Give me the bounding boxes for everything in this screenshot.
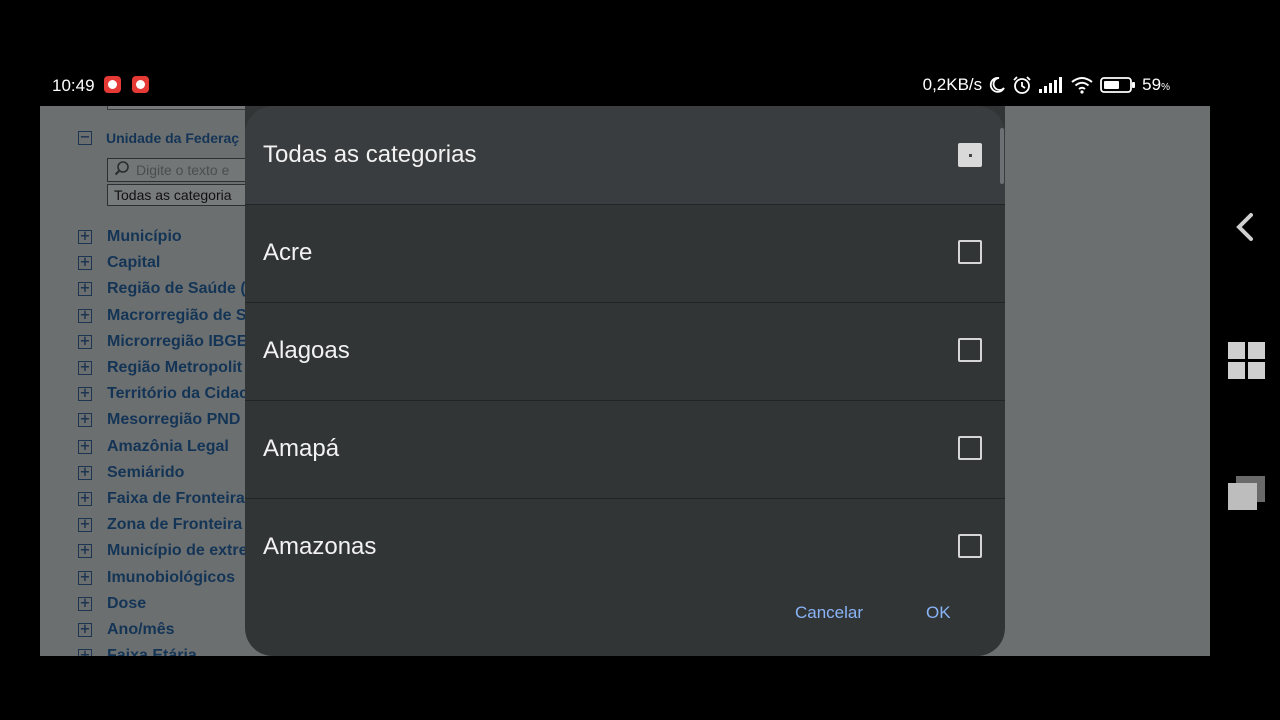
tree-item[interactable]: + Faixa de Fronteira	[78, 486, 248, 512]
select-all-checkbox[interactable]	[958, 143, 982, 167]
option-row[interactable]: Amazonas	[245, 498, 1005, 596]
expand-icon[interactable]: +	[78, 596, 92, 611]
expand-icon[interactable]: +	[78, 308, 92, 323]
tree-item[interactable]: + Município de extre	[78, 538, 248, 564]
select-all-label: Todas as categorias	[263, 141, 477, 168]
expand-icon[interactable]: +	[78, 256, 92, 271]
expand-icon[interactable]: +	[78, 439, 92, 454]
tree-item-label: Município	[107, 228, 182, 246]
expand-icon[interactable]: +	[78, 649, 92, 656]
top-input	[107, 106, 267, 110]
tree-item-label: Unidade da Federaç	[106, 130, 240, 146]
expand-icon[interactable]: +	[78, 361, 92, 376]
option-checkbox[interactable]	[958, 338, 982, 362]
option-checkbox[interactable]	[958, 534, 982, 558]
wifi-icon	[1070, 76, 1094, 94]
home-icon[interactable]	[1228, 342, 1266, 385]
status-time: 10:49	[52, 76, 95, 95]
expand-icon[interactable]: +	[78, 387, 92, 402]
option-row[interactable]: Acre	[245, 204, 1005, 302]
expand-icon[interactable]: +	[78, 570, 92, 585]
tree-item-label: Capital	[107, 254, 161, 272]
tree-item-label: Região Metropolit	[107, 359, 243, 377]
screen: 10:49 0,2KB/s 59% − Unidade da Federaç D…	[0, 0, 1280, 720]
expand-icon[interactable]: +	[78, 491, 92, 506]
alarm-icon	[1012, 75, 1032, 95]
option-checkbox[interactable]	[958, 240, 982, 264]
tree-item[interactable]: + Imunobiológicos	[78, 564, 248, 590]
expand-icon[interactable]: +	[78, 518, 92, 533]
tree-item[interactable]: + Dose	[78, 591, 248, 617]
tree-item[interactable]: + Microrregião IBGE	[78, 329, 248, 355]
search-placeholder: Digite o texto e	[136, 162, 230, 178]
status-bar: 10:49 0,2KB/s 59%	[40, 64, 1210, 106]
select-dialog: Todas as categorias Acre Alagoas Amapá A…	[245, 106, 1005, 656]
expand-icon[interactable]: +	[78, 413, 92, 428]
tree-item-label: Amazônia Legal	[107, 437, 229, 455]
tree-item-label: Região de Saúde (	[107, 280, 246, 298]
option-label: Alagoas	[263, 337, 350, 364]
tree-item[interactable]: + Faixa Etária	[78, 643, 248, 656]
navigation-bar	[1210, 64, 1280, 656]
status-icons: 0,2KB/s 59%	[923, 74, 1170, 96]
ok-button[interactable]: OK	[926, 603, 951, 623]
tree-item-label: Imunobiológicos	[107, 568, 235, 586]
back-icon[interactable]	[1232, 212, 1258, 247]
tree-item-uf[interactable]: − Unidade da Federaç	[78, 130, 239, 146]
search-icon	[114, 160, 130, 181]
tree-item[interactable]: + Ano/mês	[78, 617, 248, 643]
option-checkbox[interactable]	[958, 436, 982, 460]
tree-item[interactable]: + Região de Saúde (	[78, 276, 248, 302]
tree-item[interactable]: + Amazônia Legal	[78, 434, 248, 460]
tree-item[interactable]: + Semiárido	[78, 460, 248, 486]
tree-item[interactable]: + Município	[78, 224, 248, 250]
tree-item-label: Macrorregião de S	[107, 306, 247, 324]
tree-item-label: Município de extre	[107, 542, 248, 560]
collapse-icon[interactable]: −	[78, 131, 92, 145]
tree-item-label: Território da Cidac	[107, 385, 249, 403]
option-label: Acre	[263, 239, 313, 266]
cancel-button[interactable]: Cancelar	[795, 603, 863, 623]
tree-item[interactable]: + Macrorregião de S	[78, 303, 248, 329]
tree-item-label: Zona de Fronteira	[107, 516, 243, 534]
expand-icon[interactable]: +	[78, 544, 92, 559]
category-select[interactable]: Todas as categoria	[107, 184, 257, 206]
recents-icon[interactable]	[1228, 476, 1266, 517]
moon-icon	[988, 76, 1006, 94]
tree-item-label: Mesorregião PND	[107, 411, 241, 429]
tree-item-label: Dose	[107, 594, 147, 612]
tree-item[interactable]: + Capital	[78, 250, 248, 276]
expand-icon[interactable]: +	[78, 622, 92, 637]
expand-icon[interactable]: +	[78, 334, 92, 349]
option-row[interactable]: Alagoas	[245, 302, 1005, 400]
tree-item[interactable]: + Zona de Fronteira	[78, 512, 248, 538]
net-speed: 0,2KB/s	[922, 75, 983, 94]
battery-level: 59%	[1142, 75, 1170, 94]
option-row[interactable]: Amapá	[245, 400, 1005, 498]
screen-record-icon	[132, 76, 149, 93]
expand-icon[interactable]: +	[78, 282, 92, 297]
scrollbar-thumb[interactable]	[1000, 128, 1004, 184]
signal-icon	[1038, 76, 1064, 94]
screen-record-icon	[104, 76, 121, 93]
tree-item-label: Microrregião IBGE	[107, 332, 248, 350]
search-input[interactable]: Digite o texto e	[107, 158, 257, 182]
tree-item[interactable]: + Mesorregião PND	[78, 407, 248, 433]
tree-list: + Município + Capital + Região de Saúde ( +…	[78, 224, 248, 656]
option-label: Amazonas	[263, 533, 377, 560]
tree-item[interactable]: + Região Metropolit	[78, 355, 248, 381]
tree-item[interactable]: + Território da Cidac	[78, 381, 248, 407]
expand-icon[interactable]: +	[78, 465, 92, 480]
tree-item-label: Semiárido	[107, 463, 185, 481]
tree-item-label: Faixa Etária	[107, 647, 197, 656]
expand-icon[interactable]: +	[78, 230, 92, 245]
battery-icon	[1100, 76, 1136, 94]
option-label: Amapá	[263, 435, 340, 462]
select-all-row[interactable]: Todas as categorias	[245, 106, 1005, 204]
tree-item-label: Faixa de Fronteira	[107, 489, 245, 507]
tree-item-label: Ano/mês	[107, 620, 175, 638]
